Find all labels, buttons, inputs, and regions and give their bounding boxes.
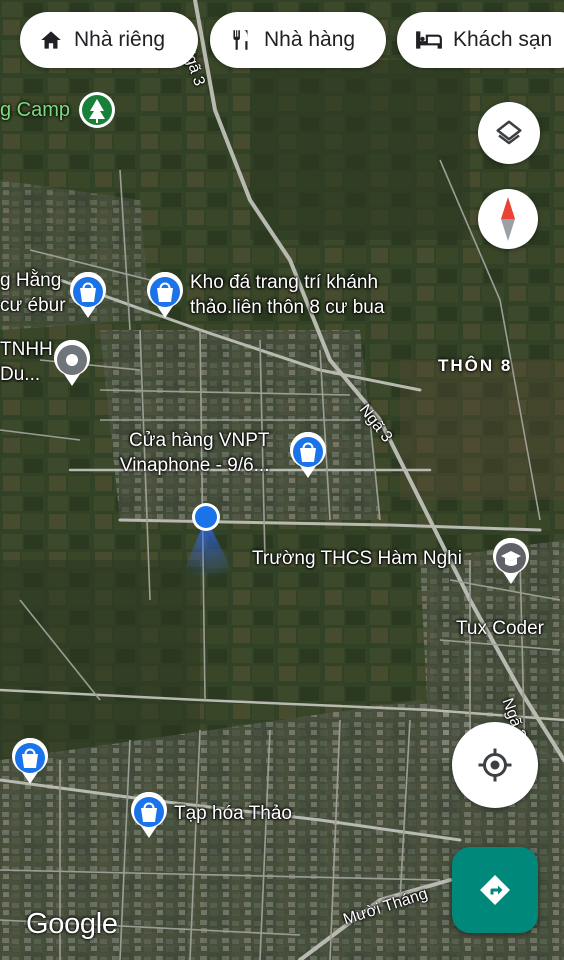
hotel-icon [416, 31, 442, 49]
vnpt-label[interactable]: Cửa hàng VNPT Vinaphone - 9/6... [112, 428, 270, 478]
home-icon [41, 31, 61, 49]
kho-da-label-line1: Kho đá trang trí khánh [190, 272, 379, 293]
shopping-marker[interactable] [288, 431, 328, 480]
compass-button[interactable] [478, 189, 538, 249]
tux-coder-label[interactable]: Tux Coder [456, 616, 544, 641]
directions-button[interactable] [452, 847, 538, 933]
shopping-marker[interactable] [10, 737, 50, 786]
school-label[interactable]: Trường THCS Hàm Nghi [252, 546, 462, 571]
shopping-marker[interactable] [129, 791, 169, 840]
layers-button[interactable] [478, 102, 540, 164]
place-marker[interactable] [52, 339, 92, 388]
tnhh-label[interactable]: TNHH Du... [0, 337, 53, 387]
tnhh-label-line1: TNHH [0, 339, 53, 360]
shop-hang-label-line1: g Hằng [0, 270, 62, 291]
vnpt-label-line2: Vinaphone - 9/6... [119, 455, 270, 476]
chip-label: Nhà hàng [264, 28, 356, 51]
vnpt-label-line1: Cửa hàng VNPT [129, 430, 270, 451]
chip-nha-rieng[interactable]: Nhà riêng [20, 12, 198, 68]
shop-hang-label[interactable]: g Hằng cư ébur [0, 268, 66, 318]
chip-khach-san[interactable]: Khách sạn [397, 12, 564, 68]
school-marker[interactable] [491, 537, 531, 586]
google-attribution: Google [26, 908, 118, 940]
shopping-marker[interactable] [145, 271, 185, 320]
tnhh-label-line2: Du... [0, 364, 41, 385]
directions-icon [480, 875, 510, 905]
tap-hoa-label[interactable]: Tạp hóa Thảo [174, 801, 292, 826]
compass-icon [501, 197, 515, 241]
layers-icon [496, 120, 522, 145]
shop-hang-label-line2: cư ébur [0, 295, 66, 316]
kho-da-label-line2: thảo.liên thôn 8 cư buа [190, 297, 385, 318]
camp-label[interactable]: g Camp [0, 99, 70, 122]
chip-nha-hang[interactable]: Nhà hàng [210, 12, 386, 68]
restaurant-icon [233, 30, 248, 50]
my-location-button[interactable] [452, 722, 538, 808]
park-marker[interactable] [77, 90, 117, 138]
crosshair-icon [478, 748, 512, 782]
kho-da-label[interactable]: Kho đá trang trí khánh thảo.liên thôn 8 … [190, 270, 384, 320]
chip-label: Khách sạn [453, 28, 553, 51]
area-label-thon8: THÔN 8 [438, 356, 513, 375]
chip-label: Nhà riêng [74, 28, 166, 51]
shopping-marker[interactable] [68, 271, 108, 320]
